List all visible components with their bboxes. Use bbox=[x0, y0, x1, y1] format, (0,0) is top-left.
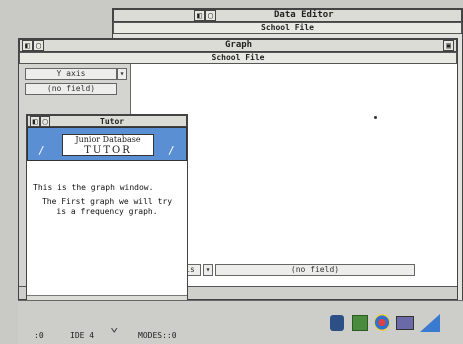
graph-title: Graph bbox=[225, 40, 253, 50]
mode-label[interactable]: MODES::0 bbox=[138, 331, 177, 340]
slash-icon-left: / bbox=[38, 144, 45, 157]
banner-line-1: Junior Database bbox=[75, 135, 141, 144]
palette-icon[interactable] bbox=[374, 314, 390, 331]
data-editor-titlebar[interactable]: ◧ ▢ Data Editor bbox=[113, 9, 462, 22]
back-icon[interactable]: ◧ bbox=[22, 40, 33, 51]
x-axis-menu-icon[interactable]: ▾ bbox=[203, 264, 213, 276]
drive-label[interactable]: IDE 4 bbox=[70, 331, 94, 340]
close-icon[interactable]: ▢ bbox=[40, 116, 50, 127]
data-editor-title: Data Editor bbox=[274, 10, 334, 20]
slash-icon-right: / bbox=[168, 144, 175, 157]
tutor-text-area: This is the graph window. The First grap… bbox=[27, 161, 187, 295]
back-icon[interactable]: ◧ bbox=[30, 116, 40, 127]
tutor-banner: Junior Database TUTOR / / bbox=[27, 127, 187, 161]
graph-subtitle: School File bbox=[19, 52, 457, 64]
y-axis-field[interactable]: (no field) bbox=[25, 83, 117, 95]
back-icon[interactable]: ◧ bbox=[194, 10, 205, 21]
plot-point bbox=[374, 116, 377, 119]
desktop: { "data_editor": {"title": "Data Editor"… bbox=[0, 0, 463, 344]
close-icon[interactable]: ▢ bbox=[205, 10, 216, 21]
tutor-title: Tutor bbox=[100, 117, 125, 126]
y-axis-label: Y axis bbox=[56, 69, 86, 78]
display-icon[interactable] bbox=[396, 316, 414, 330]
banner-box: Junior Database TUTOR bbox=[62, 134, 154, 156]
y-axis-control[interactable]: Y axis bbox=[25, 68, 117, 80]
tutor-paragraph-1: This is the graph window. bbox=[33, 183, 154, 192]
icon-bar: :0 IDE 4 ⌄ MODES::0 bbox=[18, 300, 463, 344]
tutor-paragraph-2: The First graph we will try is a frequen… bbox=[41, 197, 173, 216]
graph-titlebar[interactable]: ◧ ▢ Graph ▣ bbox=[19, 39, 457, 52]
drive-left-label[interactable]: :0 bbox=[34, 331, 44, 340]
y-axis-menu-icon[interactable]: ▾ bbox=[117, 68, 127, 80]
folders-icon[interactable] bbox=[352, 315, 368, 331]
x-axis-field[interactable]: (no field) bbox=[215, 264, 415, 276]
app-icon[interactable] bbox=[420, 314, 440, 332]
chevron-down-icon: ⌄ bbox=[110, 319, 119, 335]
tutor-titlebar[interactable]: ◧ ▢ Tutor bbox=[27, 115, 187, 127]
data-editor-subtitle: School File bbox=[113, 22, 462, 34]
banner-line-2: TUTOR bbox=[84, 145, 132, 156]
toggle-size-icon[interactable]: ▣ bbox=[443, 40, 454, 51]
user-icon[interactable] bbox=[330, 315, 344, 331]
x-axis-strip: is ▾ (no field) bbox=[179, 264, 457, 276]
close-icon[interactable]: ▢ bbox=[33, 40, 44, 51]
tutor-window: ◧ ▢ Tutor Junior Database TUTOR / / This… bbox=[26, 114, 188, 326]
